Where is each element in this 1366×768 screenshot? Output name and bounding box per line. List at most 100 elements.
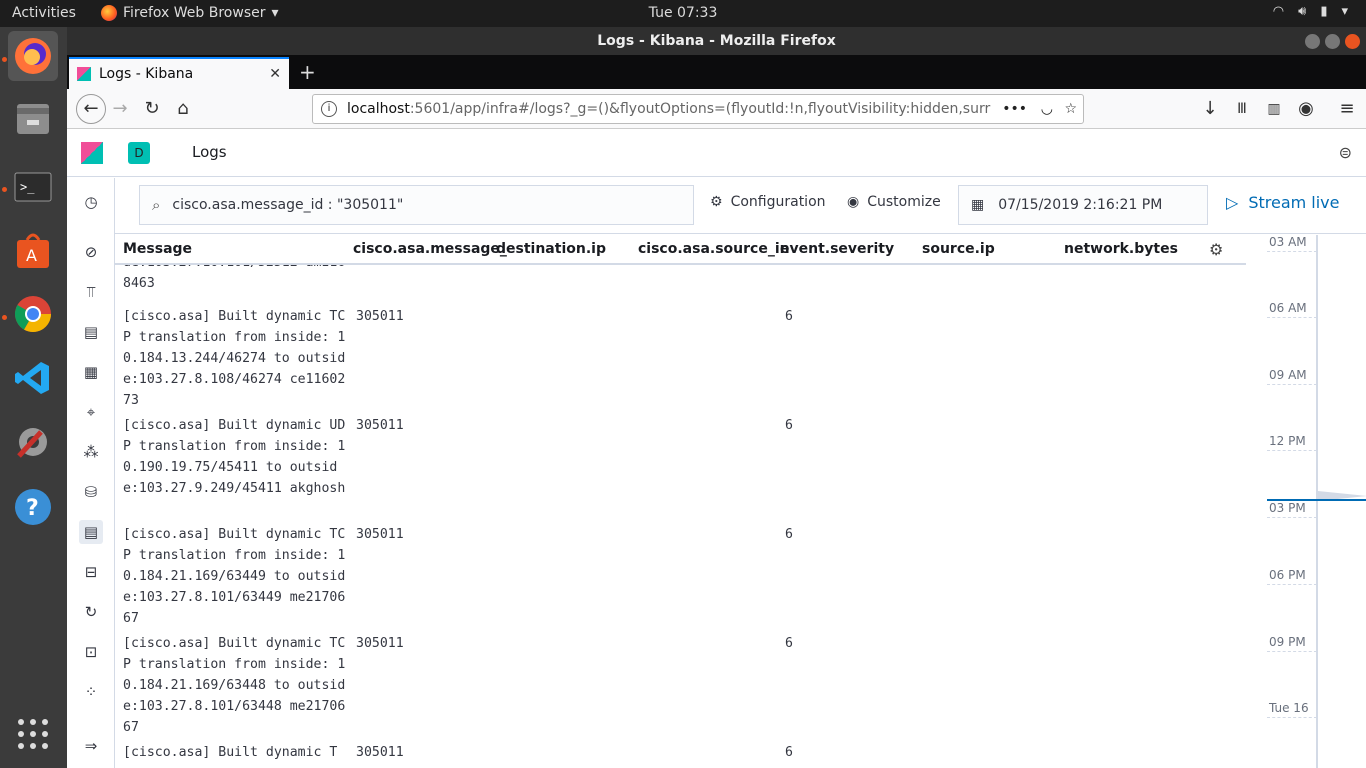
dock-show-apps[interactable] xyxy=(8,709,58,759)
log-message-id: 305011 xyxy=(356,309,404,324)
log-severity: 6 xyxy=(785,636,793,651)
url-host: localhost xyxy=(347,101,410,117)
collapse-nav-icon[interactable]: ⇒ xyxy=(79,734,103,758)
maximize-button[interactable] xyxy=(1325,34,1340,49)
maps-icon[interactable]: ⌖ xyxy=(79,400,103,424)
apm-icon[interactable]: ⊟ xyxy=(79,560,103,584)
close-window-button[interactable] xyxy=(1345,34,1360,49)
dock-terminal[interactable]: >_ xyxy=(8,162,58,212)
svg-text:?: ? xyxy=(26,496,39,521)
log-message-id: 305011 xyxy=(356,636,404,651)
files-icon xyxy=(17,104,49,134)
dashboard-icon[interactable]: ▤ xyxy=(79,320,103,344)
kibana-favicon-icon xyxy=(77,67,91,81)
date-value: 07/15/2019 2:16:21 PM xyxy=(998,197,1163,213)
log-message: [cisco.asa] Built dynamic TCP translatio… xyxy=(123,527,346,626)
logs-icon[interactable]: ▤ xyxy=(79,520,103,544)
dock-software-center[interactable]: A xyxy=(8,225,58,275)
stream-live-label: Stream live xyxy=(1248,193,1340,212)
site-info-icon[interactable]: i xyxy=(321,101,337,117)
configuration-button[interactable]: ⚙ Configuration xyxy=(710,194,826,210)
url-bar[interactable]: i localhost :5601/app/infra#/logs?_g=()&… xyxy=(312,94,1084,124)
space-avatar[interactable]: D xyxy=(128,142,150,164)
eye-icon: ◉ xyxy=(847,194,860,210)
minimap-tick: 12 PM xyxy=(1267,434,1317,451)
downloads-icon[interactable]: ↓ xyxy=(1198,97,1222,121)
home-button[interactable]: ⌂ xyxy=(171,97,195,121)
column-header: Message xyxy=(123,241,193,257)
minimap-tick: 03 PM xyxy=(1267,501,1317,518)
canvas-icon[interactable]: ▦ xyxy=(79,360,103,384)
machine-learning-icon[interactable]: ⁂ xyxy=(79,440,103,464)
window-title-bar[interactable]: Logs - Kibana - Mozilla Firefox xyxy=(67,27,1366,55)
dock-vscode[interactable] xyxy=(8,353,58,403)
log-stream[interactable]: de:103.27.10.101/52512 amz168463 [cisco.… xyxy=(115,265,1246,768)
forward-button[interactable]: → xyxy=(108,97,132,121)
running-indicator xyxy=(2,57,7,62)
dock-firefox[interactable] xyxy=(8,31,58,81)
discover-icon[interactable]: ⊘ xyxy=(79,240,103,264)
close-tab-icon[interactable]: ✕ xyxy=(269,66,281,82)
column-settings-gear-icon[interactable]: ⚙ xyxy=(1209,240,1223,259)
sidebar-icon[interactable]: ▥ xyxy=(1262,97,1286,121)
show-apps-icon xyxy=(18,719,48,749)
log-message: [cisco.asa] Built dynamic UDP translatio… xyxy=(123,418,346,496)
tab-logs-kibana[interactable]: Logs - Kibana ✕ xyxy=(69,57,289,89)
minimap-tick: 06 PM xyxy=(1267,568,1317,585)
clock[interactable]: Tue 07:33 xyxy=(0,5,1366,21)
log-severity: 6 xyxy=(785,309,793,324)
help-icon: ? xyxy=(15,489,51,525)
customize-button[interactable]: ◉ Customize xyxy=(847,194,941,210)
log-message: de:103.27.10.101/52512 amz168463 xyxy=(123,265,345,291)
kibana-side-nav: ◷ ⊘ ⫪ ▤ ▦ ⌖ ⁂ ⛁ ▤ ⊟ ↻ ⊡ ⁘ ⇒ xyxy=(67,178,115,768)
url-path: :5601/app/infra#/logs?_g=()&flyoutOption… xyxy=(409,101,991,117)
search-icon: ⌕ xyxy=(152,196,161,214)
wifi-icon: ◠ xyxy=(1272,4,1285,19)
date-picker[interactable]: ▦ 07/15/2019 2:16:21 PM xyxy=(958,185,1208,225)
library-icon[interactable]: Ⅲ xyxy=(1230,97,1254,121)
kibana-logo-icon[interactable] xyxy=(81,142,103,164)
dock-help[interactable]: ? xyxy=(8,482,58,532)
log-column-headers: Message cisco.asa.message_ destination.i… xyxy=(115,235,1246,265)
reload-button[interactable]: ↻ xyxy=(140,97,164,121)
volume-icon: 🔊︎ xyxy=(1298,4,1307,19)
dock-chrome[interactable] xyxy=(8,289,58,339)
minimap-tick: Tue 16 xyxy=(1267,701,1317,718)
visualize-icon[interactable]: ⫪ xyxy=(79,280,103,304)
pocket-icon[interactable]: ◡ xyxy=(1040,101,1053,117)
search-query: cisco.asa.message_id : "305011" xyxy=(172,197,404,213)
minimap-tick: 09 PM xyxy=(1267,635,1317,652)
uptime-icon[interactable]: ↻ xyxy=(79,600,103,624)
minimap-tick: 09 AM xyxy=(1267,368,1317,385)
account-icon[interactable]: ◉ xyxy=(1294,97,1318,121)
stream-live-button[interactable]: ▷ Stream live xyxy=(1226,193,1340,212)
log-minimap[interactable]: 03 AM 06 AM 09 AM 12 PM 03 PM 06 PM 09 P… xyxy=(1266,235,1366,768)
dock-settings[interactable] xyxy=(8,417,58,467)
dock-files[interactable] xyxy=(8,93,58,143)
infrastructure-icon[interactable]: ⛁ xyxy=(79,480,103,504)
bookmark-star-icon[interactable]: ☆ xyxy=(1064,101,1077,117)
logs-toolbar: ⌕ cisco.asa.message_id : "305011" ⚙ Conf… xyxy=(115,178,1366,234)
back-button[interactable]: ← xyxy=(76,94,106,124)
graph-icon[interactable]: ⁘ xyxy=(79,680,103,704)
log-message-id: 305011 xyxy=(356,745,404,760)
column-header: event.severity xyxy=(780,241,895,257)
system-tray[interactable]: ◠ 🔊︎ ▮ ▾ xyxy=(1273,4,1348,19)
column-header: cisco.asa.source_in xyxy=(638,241,790,257)
recently-viewed-icon[interactable]: ◷ xyxy=(79,190,103,214)
kibana-header: D Logs ⊜ xyxy=(67,129,1366,177)
column-header: source.ip xyxy=(922,241,995,257)
tab-strip: Logs - Kibana ✕ + xyxy=(67,55,1366,89)
search-input[interactable]: ⌕ cisco.asa.message_id : "305011" xyxy=(139,185,694,225)
minimize-button[interactable] xyxy=(1305,34,1320,49)
breadcrumb[interactable]: Logs xyxy=(192,143,227,161)
page-actions-icon[interactable]: ••• xyxy=(996,101,1033,117)
minimap-tick: 06 AM xyxy=(1267,301,1317,318)
firefox-icon xyxy=(15,38,51,74)
menu-icon[interactable]: ≡ xyxy=(1335,97,1359,121)
gear-icon: ⚙ xyxy=(710,194,723,210)
siem-icon[interactable]: ⊡ xyxy=(79,640,103,664)
help-icon[interactable]: ⊜ xyxy=(1339,143,1352,162)
column-header: destination.ip xyxy=(496,241,606,257)
new-tab-button[interactable]: + xyxy=(299,60,316,84)
